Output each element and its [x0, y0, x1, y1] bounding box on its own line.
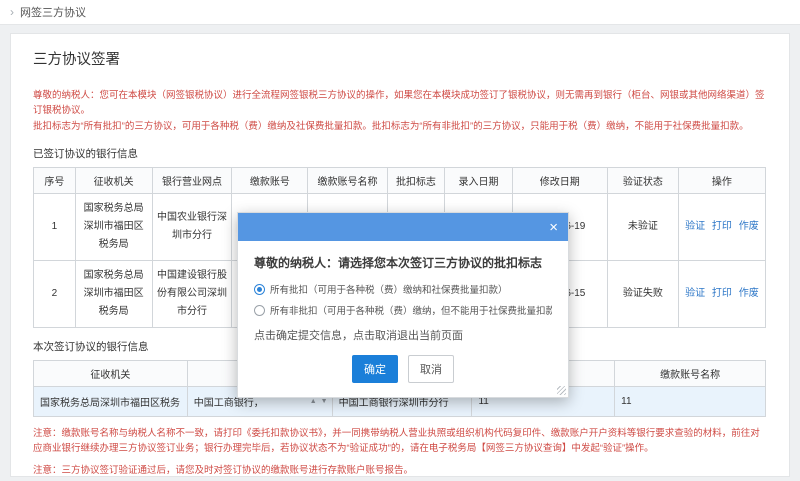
table-header-row: 序号 征收机关 银行营业网点 缴款账号 缴款账号名称 批扣标志 录入日期 修改日… — [34, 168, 766, 194]
dialog-title: 尊敬的纳税人：请选择您本次签订三方协议的批扣标志 — [254, 254, 552, 271]
intro-paragraph-1: 尊敬的纳税人：您可在本模块（网签银税协议）进行全流程网签银税三方协议的操作，如果… — [33, 89, 767, 118]
cell-branch: 中国农业银行深圳市分行 — [152, 194, 232, 261]
radio-all-batch[interactable]: 所有批扣（可用于各种税（费）缴纳和社保费批量扣款） — [254, 282, 552, 296]
radio-unselected-icon[interactable] — [254, 305, 265, 316]
dialog-hint: 点击确定提交信息，点击取消退出当前页面 — [254, 327, 552, 343]
col-seq: 序号 — [34, 168, 76, 194]
dialog-buttons: 确定 取消 — [254, 355, 552, 385]
confirm-button[interactable]: 确定 — [352, 355, 398, 383]
authority-select-value: 国家税务总局深圳市福田区税务 — [40, 394, 180, 409]
verify-link[interactable]: 验证 — [685, 288, 705, 299]
col-modify-date: 修改日期 — [512, 168, 607, 194]
cell-actions: 验证 打印 作废 — [678, 261, 765, 328]
page-title: 三方协议签署 — [33, 48, 767, 69]
chevron-up-icon[interactable]: ▲ — [310, 398, 317, 405]
cell-authority: 国家税务总局深圳市福田区税务局 — [75, 261, 152, 328]
breadcrumb-chevron-icon: › — [10, 6, 14, 18]
notice-intro: 尊敬的纳税人：您可在本模块（网签银税协议）进行全流程网签银税三方协议的操作，如果… — [33, 89, 767, 135]
col-status: 验证状态 — [607, 168, 678, 194]
batch-flag-dialog: × 尊敬的纳税人：请选择您本次签订三方协议的批扣标志 所有批扣（可用于各种税（费… — [237, 212, 569, 398]
cell-status: 未验证 — [607, 194, 678, 261]
breadcrumb-item[interactable]: 网签三方协议 — [20, 4, 86, 20]
col-actions: 操作 — [678, 168, 765, 194]
print-link[interactable]: 打印 — [712, 221, 732, 232]
radio-non-batch-label: 所有非批扣（可用于各种税（费）缴纳，但不能用于社保费批量扣款） — [270, 303, 552, 317]
intro-paragraph-2: 批扣标志为“所有批扣”的三方协议，可用于各种税（费）缴纳及社保费批量扣款。批扣标… — [33, 120, 767, 135]
dialog-body: 尊敬的纳税人：请选择您本次签订三方协议的批扣标志 所有批扣（可用于各种税（费）缴… — [238, 241, 568, 397]
col-entry-date: 录入日期 — [445, 168, 512, 194]
void-link[interactable]: 作废 — [739, 221, 759, 232]
cell-status: 验证失败 — [607, 261, 678, 328]
cell-authority: 国家税务总局深圳市福田区税务局 — [75, 194, 152, 261]
cell-branch: 中国建设银行股份有限公司深圳市分行 — [152, 261, 232, 328]
note-2: 注意：三方协议签订验证通过后，请您及时对签订协议的缴款账号进行存款账户账号报告。 — [33, 464, 767, 477]
authority-select[interactable]: 国家税务总局深圳市福田区税务 × ▼ — [40, 394, 181, 409]
radio-selected-icon[interactable] — [254, 284, 265, 295]
signed-section-label: 已签订协议的银行信息 — [33, 146, 767, 161]
cell-account-name: 11 — [615, 387, 766, 417]
cell-seq: 2 — [34, 261, 76, 328]
close-icon[interactable]: × — [549, 220, 558, 235]
note-1: 注意：缴款账号名称与纳税人名称不一致，请打印《委托扣款协议书》，并一同携带纳税人… — [33, 427, 767, 456]
void-link[interactable]: 作废 — [739, 288, 759, 299]
modal-resize-grip[interactable] — [557, 386, 566, 395]
chevron-down-icon[interactable]: ▼ — [321, 398, 326, 405]
col-account-name: 缴款账号名称 — [308, 168, 387, 194]
col-account-name: 缴款账号名称 — [615, 361, 766, 387]
col-account: 缴款账号 — [232, 168, 308, 194]
radio-non-batch[interactable]: 所有非批扣（可用于各种税（费）缴纳，但不能用于社保费批量扣款） — [254, 303, 552, 317]
verify-link[interactable]: 验证 — [685, 221, 705, 232]
cell-actions: 验证 打印 作废 — [678, 194, 765, 261]
col-authority: 征收机关 — [34, 361, 188, 387]
cell-authority-select: 国家税务总局深圳市福田区税务 × ▼ — [34, 387, 188, 417]
dialog-header: × — [238, 213, 568, 241]
cell-seq: 1 — [34, 194, 76, 261]
breadcrumb-bar: › 网签三方协议 — [0, 0, 800, 25]
print-link[interactable]: 打印 — [712, 288, 732, 299]
dialog-cancel-button[interactable]: 取消 — [408, 355, 454, 383]
col-authority: 征收机关 — [75, 168, 152, 194]
col-batch-flag: 批扣标志 — [387, 168, 445, 194]
col-branch: 银行营业网点 — [152, 168, 232, 194]
radio-all-batch-label: 所有批扣（可用于各种税（费）缴纳和社保费批量扣款） — [270, 282, 508, 296]
notes-block: 注意：缴款账号名称与纳税人名称不一致，请打印《委托扣款协议书》，并一同携带纳税人… — [33, 427, 767, 477]
